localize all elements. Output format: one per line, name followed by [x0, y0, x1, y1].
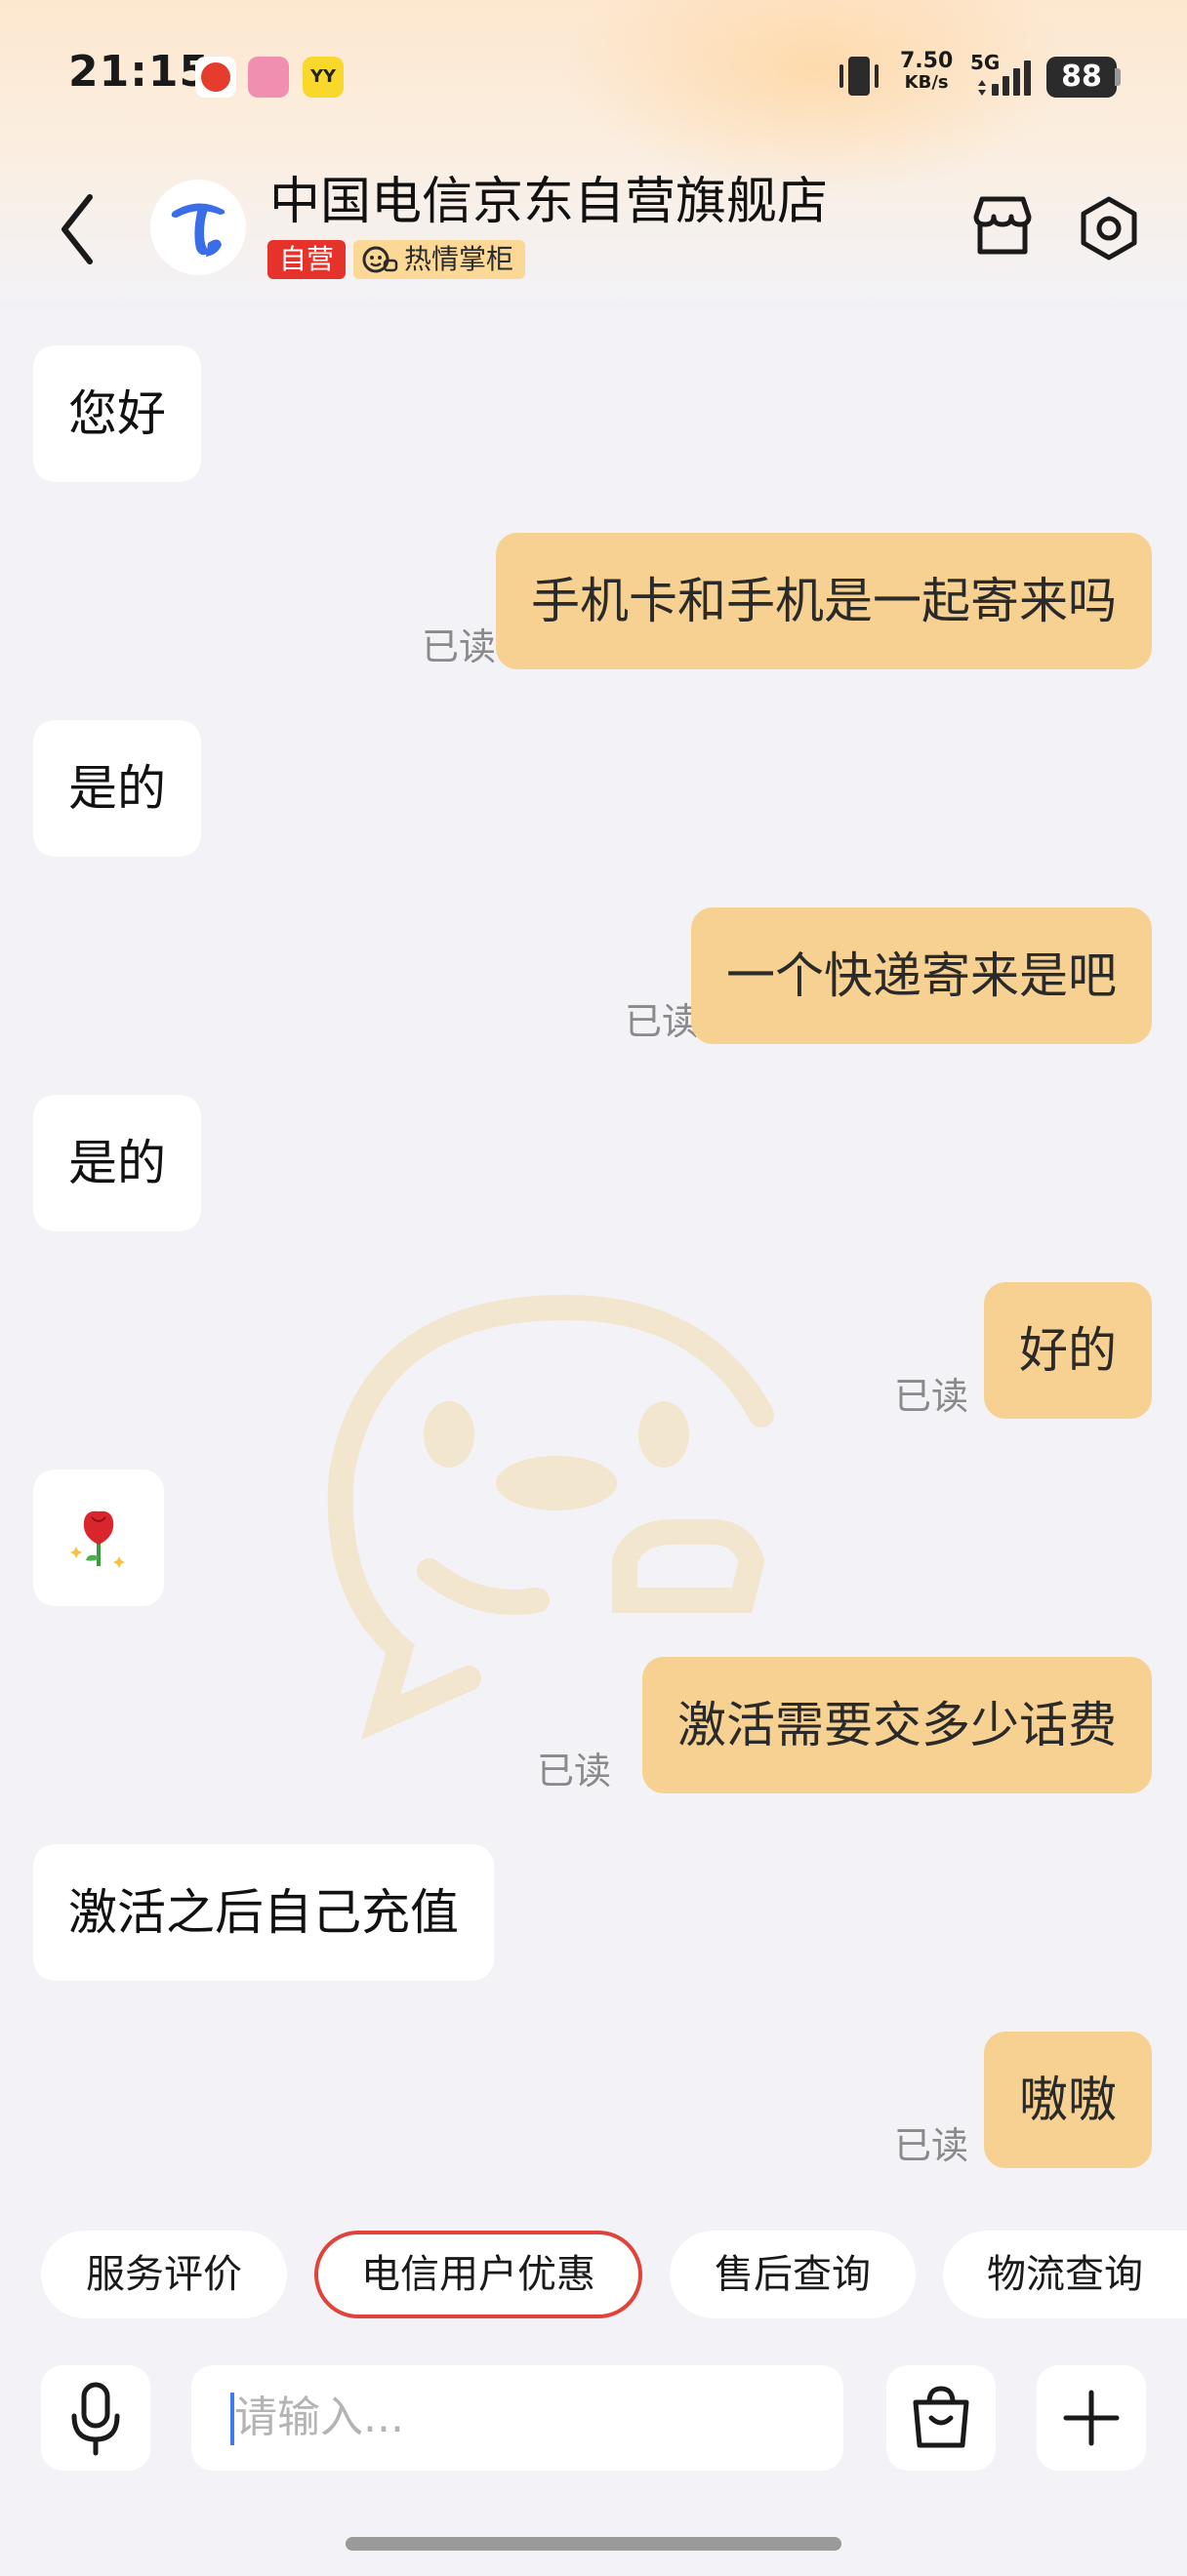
incoming-message[interactable]: 激活之后自己充值 [33, 1844, 494, 1981]
chip-service-rating[interactable]: 服务评价 [41, 2231, 287, 2318]
chip-telecom-offers[interactable]: 电信用户优惠 [314, 2231, 642, 2318]
incoming-message[interactable]: 是的 [33, 1095, 201, 1231]
shop-avatar[interactable] [150, 180, 246, 275]
warm-host-badge: 热情掌柜 [353, 240, 526, 279]
chat-area[interactable]: 您好 已读 手机卡和手机是一起寄来吗 是的 已读 一个快递寄来是吧 是的 已读 … [0, 302, 1187, 2205]
smile-badge-icon [362, 246, 398, 273]
text-caret [230, 2393, 234, 2445]
voice-button[interactable] [41, 2365, 150, 2471]
rose-emoji-icon [70, 1510, 125, 1568]
status-bar: 21:15 YY 7.50 KB/s 5G 88 [0, 0, 1187, 156]
618-app-icon [248, 57, 289, 98]
message-input[interactable]: 请输入... [191, 2365, 979, 2471]
battery-indicator: 88 [1046, 57, 1117, 98]
store-button[interactable] [966, 191, 1039, 260]
incoming-emoji-message[interactable] [33, 1469, 164, 1606]
shop-name[interactable]: 中国电信京东自营旗舰店 [269, 160, 828, 233]
read-status: 已读 [536, 1750, 611, 1792]
read-status: 已读 [893, 2124, 968, 2167]
back-button[interactable] [53, 185, 102, 273]
read-status: 已读 [421, 625, 496, 668]
outgoing-message[interactable]: 手机卡和手机是一起寄来吗 [496, 533, 1152, 669]
network-speed: 7.50 KB/s [900, 49, 954, 94]
more-button[interactable] [1037, 2365, 1146, 2471]
taobao-icon [195, 57, 236, 98]
outgoing-message[interactable]: 好的 [984, 1282, 1152, 1419]
chip-after-sales[interactable]: 售后查询 [670, 2231, 916, 2318]
microphone-icon [71, 2382, 120, 2456]
plus-icon [1063, 2390, 1120, 2446]
read-status: 已读 [624, 1000, 699, 1043]
incoming-message[interactable]: 是的 [33, 720, 201, 857]
chip-logistics[interactable]: 物流查询 [943, 2231, 1187, 2318]
chat-header: 中国电信京东自营旗舰店 自营 热情掌柜 [0, 156, 1187, 302]
china-telecom-logo-icon [171, 203, 225, 257]
outgoing-message[interactable]: 激活需要交多少话费 [642, 1657, 1152, 1793]
input-bar: 请输入... [0, 2361, 1187, 2475]
status-time: 21:15 [68, 47, 211, 97]
home-indicator[interactable] [346, 2537, 841, 2551]
shopping-bag-icon [913, 2386, 969, 2448]
yy-icon: YY [303, 57, 344, 98]
battery-tip [1115, 68, 1121, 86]
self-operated-badge: 自营 [267, 240, 347, 279]
vibrate-icon [839, 57, 879, 96]
read-status: 已读 [893, 1375, 968, 1418]
settings-icon[interactable] [1076, 195, 1142, 262]
outgoing-message[interactable]: 一个快递寄来是吧 [691, 907, 1152, 1044]
input-placeholder: 请输入... [234, 2393, 404, 2442]
signal-icon [978, 60, 1031, 96]
shopping-bag-button[interactable] [886, 2365, 996, 2471]
warm-host-label: 热情掌柜 [404, 243, 514, 275]
outgoing-message[interactable]: 嗷嗷 [984, 2032, 1152, 2168]
incoming-message[interactable]: 您好 [33, 345, 201, 482]
quick-reply-bar: 服务评价 电信用户优惠 售后查询 物流查询 [0, 2231, 1187, 2324]
